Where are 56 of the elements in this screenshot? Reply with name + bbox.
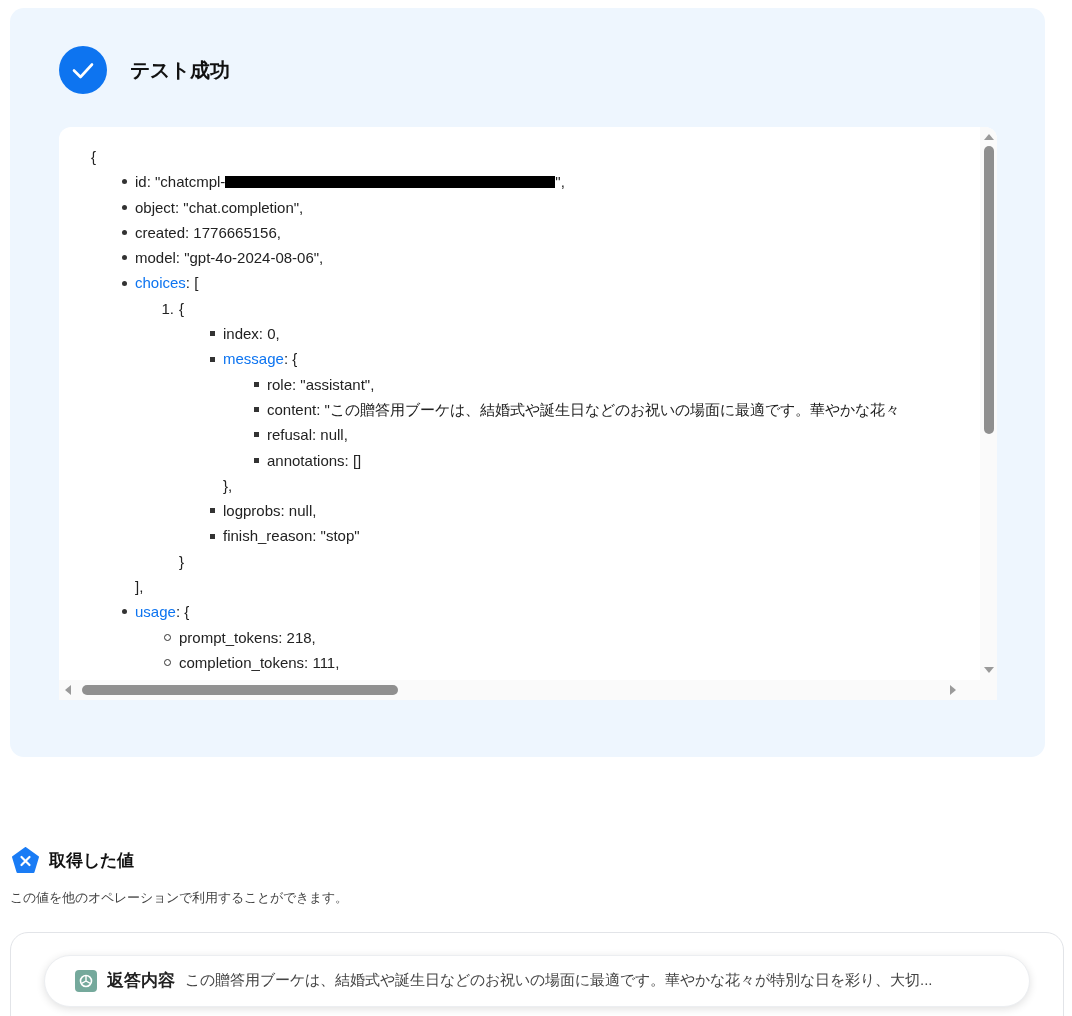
json-text: role: "assistant", — [267, 374, 375, 395]
json-text: content: "この贈答用ブーケは、結婚式や誕生日などのお祝いの場面に最適です。華やかな花々 — [267, 399, 900, 420]
key-link[interactable]: choices — [135, 270, 186, 296]
list-number: 1. — [161, 298, 174, 319]
scroll-up-icon[interactable] — [983, 134, 994, 140]
bullet-icon — [210, 331, 215, 337]
json-text: id: "chatcmpl- — [135, 172, 226, 193]
bullet-icon — [122, 280, 127, 286]
knot-icon — [75, 969, 97, 992]
bullet-icon — [122, 230, 127, 236]
scroll-down-icon[interactable] — [983, 667, 994, 673]
json-text: completion_tokens: 111, — [179, 652, 340, 673]
value-chip[interactable]: 返答内容 この贈答用ブーケは、結婚式や誕生日などのお祝いの場面に最適です。華やかな花々が特別な日を彩り、大切... — [44, 954, 1030, 1007]
json-text: }, — [223, 475, 233, 496]
bullet-icon — [122, 255, 127, 261]
value-text: この贈答用ブーケは、結婚式や誕生日などのお祝いの場面に最適です。華やかな花々が特別な日を彩り、大切... — [185, 970, 933, 991]
json-text: ], — [135, 577, 144, 598]
section-description: この値を他のオペレーションで利用することができます。 — [9, 889, 349, 907]
json-text: : { — [175, 602, 190, 623]
json-text: index: 0, — [223, 324, 280, 345]
bullet-icon — [122, 609, 127, 615]
json-text: { — [179, 298, 184, 319]
json-text: created: 1776665156, — [135, 222, 281, 243]
result-title: テスト成功 — [130, 58, 230, 83]
bullet-icon — [210, 508, 215, 514]
bullet-icon — [210, 356, 215, 362]
json-text: : [ — [185, 273, 199, 294]
bullet-icon — [254, 407, 259, 413]
json-text: finish_reason: "stop" — [223, 526, 360, 547]
horizontal-scrollbar[interactable] — [59, 680, 997, 700]
bullet-icon — [254, 381, 259, 387]
json-text: refusal: null, — [267, 425, 348, 446]
key-link[interactable]: usage — [135, 599, 176, 625]
json-text: : { — [283, 349, 298, 370]
json-text: { — [91, 147, 96, 167]
json-text: prompt_tokens: 218, — [179, 627, 316, 648]
scrollbar-thumb[interactable] — [983, 146, 994, 434]
json-text: ", — [555, 172, 565, 193]
bullet-icon — [122, 204, 127, 210]
bullet-icon — [254, 432, 259, 438]
scrollbar-thumb[interactable] — [82, 685, 398, 695]
bullet-icon — [254, 457, 259, 463]
key-link[interactable]: message — [223, 346, 284, 372]
value-label: 返答内容 — [107, 969, 175, 992]
variable-icon — [12, 847, 39, 874]
json-text: model: "gpt-4o-2024-08-06", — [135, 248, 324, 269]
json-text: object: "chat.completion", — [135, 197, 304, 218]
section-title: 取得した値 — [49, 849, 134, 872]
scroll-right-icon[interactable] — [950, 685, 956, 695]
json-text: annotations: [] — [267, 450, 362, 471]
scroll-left-icon[interactable] — [65, 685, 71, 695]
bullet-icon — [210, 533, 215, 539]
vertical-scrollbar[interactable] — [980, 127, 997, 680]
bullet-icon — [122, 179, 127, 185]
json-text: } — [179, 551, 184, 572]
json-text: logprobs: null, — [223, 501, 317, 522]
